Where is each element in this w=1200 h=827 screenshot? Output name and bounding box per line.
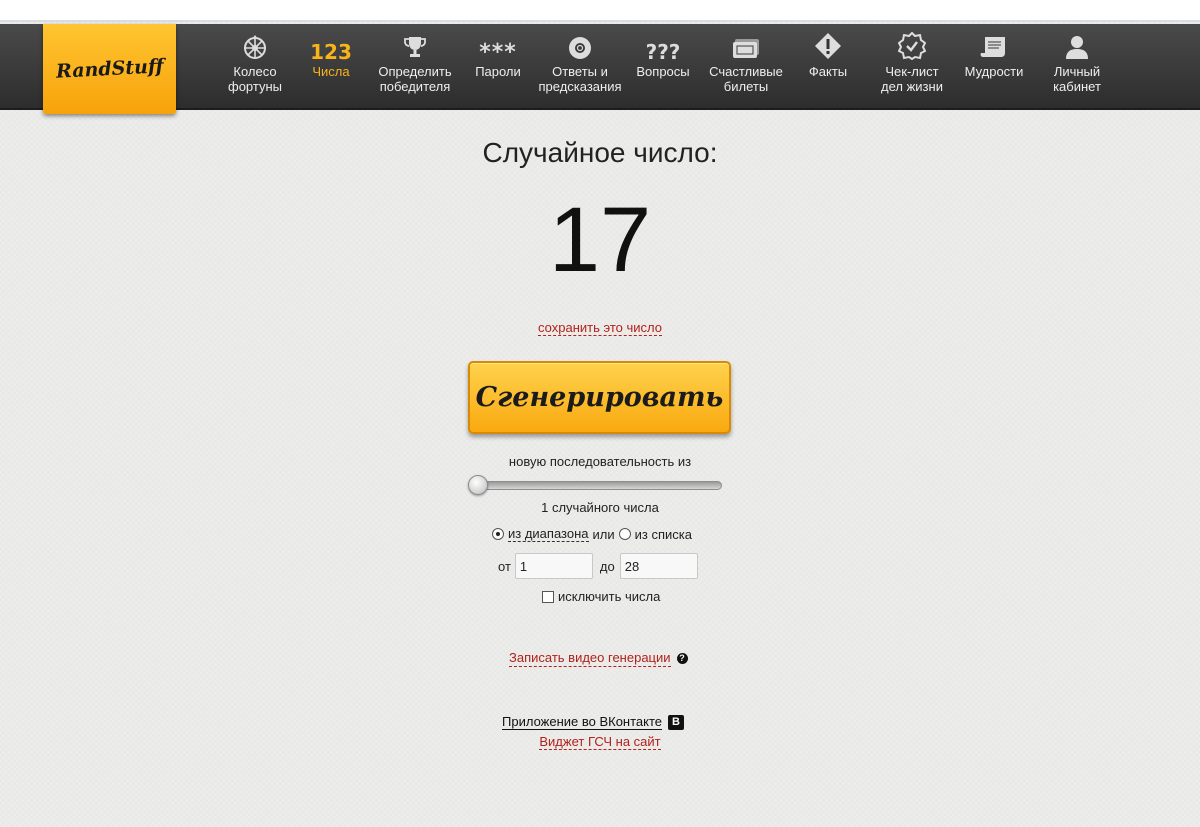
- page-title: Случайное число:: [482, 137, 718, 168]
- nav-label-line2: предсказания: [538, 79, 622, 94]
- trophy-icon: [404, 37, 426, 57]
- from-label: от: [498, 558, 511, 574]
- numbers-123-icon: 123: [310, 40, 352, 64]
- record-video-link[interactable]: Записать видео генерации: [509, 650, 671, 667]
- generate-button-label: Сгенерировать: [475, 382, 724, 413]
- nav-label-line2: билеты: [723, 79, 769, 94]
- nav-item-wisdom[interactable]: Мудрости: [962, 24, 1026, 110]
- exclude-checkbox[interactable]: [542, 590, 554, 603]
- or-text: или: [592, 526, 615, 542]
- list-radio[interactable]: [618, 528, 631, 540]
- nav-label-line1: Факты: [808, 64, 848, 79]
- exclude-row: исключить числа: [542, 589, 660, 604]
- question-marks-icon: ???: [645, 40, 681, 64]
- sequence-label: новую последовательность из: [508, 454, 692, 469]
- nav-item-numbers[interactable]: 123 Числа: [307, 24, 355, 110]
- user-icon: [1066, 36, 1088, 59]
- widget-link[interactable]: Виджет ГСЧ на сайт: [539, 734, 661, 750]
- mode-selector: из диапазона или из списка: [492, 526, 692, 542]
- nav-label-line1: Колесо: [233, 64, 277, 79]
- count-text: 1 случайного числа: [541, 500, 659, 515]
- checklist-badge-icon: [898, 32, 926, 60]
- logo-text: RandStuff: [55, 55, 164, 83]
- main-navbar: Колесо фортуны 123 Числа Определить побе…: [0, 24, 1200, 110]
- sequence-slider-track[interactable]: [470, 481, 722, 490]
- browser-top-strip: [0, 0, 1200, 22]
- nav-label-line1: Пароли: [475, 64, 521, 79]
- generate-button[interactable]: Сгенерировать: [468, 361, 731, 434]
- nav-label-line1: Личный: [1053, 64, 1101, 79]
- save-number-link[interactable]: сохранить это число: [538, 320, 662, 336]
- widget-row: Виджет ГСЧ на сайт: [0, 733, 1200, 751]
- nav-item-answers[interactable]: Ответы и предсказания: [537, 24, 623, 110]
- nav-item-checklist[interactable]: Чек-лист дел жизни: [874, 24, 950, 110]
- range-radio-label[interactable]: из диапазона: [508, 526, 589, 542]
- to-label: до: [599, 558, 615, 574]
- nav-label-line1: Счастливые: [709, 64, 783, 79]
- nav-label-line2: победителя: [379, 79, 451, 94]
- from-input[interactable]: [514, 553, 593, 579]
- wheel-icon: [244, 35, 266, 59]
- nav-item-account[interactable]: Личный кабинет: [1047, 24, 1107, 110]
- nav-label-line2: дел жизни: [881, 79, 943, 94]
- list-radio-label[interactable]: из списка: [635, 527, 692, 542]
- password-asterisks-icon: ***: [479, 40, 517, 65]
- magic-ball-icon: [569, 37, 591, 59]
- scroll-icon: [980, 37, 1005, 57]
- range-radio[interactable]: [492, 528, 504, 540]
- vk-app-link[interactable]: Приложение во ВКонтакте: [502, 714, 663, 730]
- sequence-slider-knob[interactable]: [468, 475, 488, 495]
- site-logo[interactable]: RandStuff: [43, 24, 176, 114]
- tickets-icon: [733, 39, 759, 58]
- fact-diamond-icon: [815, 33, 841, 59]
- nav-item-tickets[interactable]: Счастливые билеты: [706, 24, 786, 110]
- nav-label-line1: Вопросы: [636, 64, 690, 79]
- nav-label-line1: Числа: [312, 64, 350, 79]
- nav-label-line1: Мудрости: [964, 64, 1024, 79]
- vk-icon[interactable]: B: [668, 714, 685, 730]
- nav-label-line1: Чек-лист: [885, 64, 939, 79]
- nav-item-passwords[interactable]: *** Пароли: [472, 24, 524, 110]
- nav-label-line2: фортуны: [228, 79, 282, 94]
- exclude-label[interactable]: исключить числа: [558, 589, 660, 604]
- range-inputs: от до: [498, 553, 698, 579]
- help-icon[interactable]: ?: [676, 653, 688, 664]
- vk-row: Приложение во ВКонтакте B: [502, 714, 685, 730]
- save-number-row: сохранить это число: [0, 319, 1200, 337]
- random-number-result: 17: [548, 189, 652, 291]
- to-input[interactable]: [619, 553, 698, 579]
- nav-item-winner[interactable]: Определить победителя: [374, 24, 456, 110]
- nav-item-wheel[interactable]: Колесо фортуны: [224, 24, 286, 110]
- nav-label-line1: Ответы и: [552, 64, 608, 79]
- nav-label-line1: Определить: [378, 64, 452, 79]
- video-row: Записать видео генерации ?: [509, 650, 688, 667]
- nav-label-line2: кабинет: [1053, 79, 1101, 94]
- nav-item-facts[interactable]: Факты: [804, 24, 852, 110]
- nav-item-questions[interactable]: ??? Вопросы: [633, 24, 693, 110]
